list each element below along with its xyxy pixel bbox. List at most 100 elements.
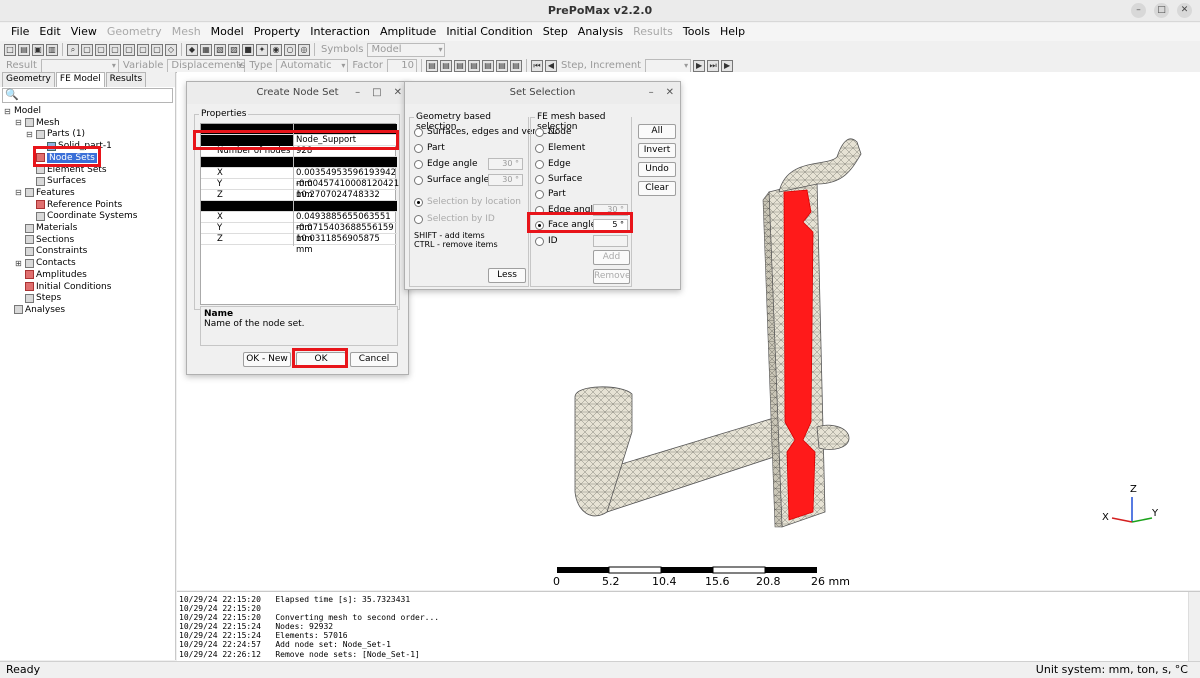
menu-property[interactable]: Property [249,23,306,41]
tree-item-constraints[interactable]: Constraints [15,246,87,256]
menu-amplitude[interactable]: Amplitude [375,23,441,41]
invert-visibility-icon[interactable]: ◎ [298,43,310,56]
name-row[interactable]: Node_Support [201,135,397,146]
result-view-icon[interactable]: ▤ [510,59,522,72]
menu-tools[interactable]: Tools [678,23,715,41]
next-increment-icon[interactable]: ▶ [693,59,706,72]
radio-icon[interactable] [414,214,423,224]
menu-step[interactable]: Step [538,23,573,41]
view-bottom-icon[interactable]: ▢ [123,43,135,56]
minimize-button[interactable]: – [649,82,654,104]
tree-item-contacts[interactable]: ⊞ Contacts [15,258,76,268]
tree-search-input[interactable]: 🔍 [2,88,173,103]
result-view-icon[interactable]: ▤ [454,59,466,72]
radio-icon[interactable] [414,175,423,185]
view-back-icon[interactable]: ▢ [95,43,107,56]
clear-button[interactable]: Clear [638,181,676,196]
radio-icon[interactable] [535,127,544,137]
minimize-button[interactable]: – [355,82,360,104]
tree-item-node-sets[interactable]: Node Sets [26,152,97,163]
add-button[interactable]: Add [593,250,630,265]
option-id[interactable]: ID [535,236,558,246]
tree-item-element-sets[interactable]: Element Sets [26,165,107,175]
variable-combo[interactable]: Displacements [167,58,246,73]
cancel-button[interactable]: Cancel [350,352,398,367]
view-top-icon[interactable]: ▢ [109,43,121,56]
all-button[interactable]: All [638,124,676,139]
radio-icon[interactable] [535,205,544,215]
option-value-input[interactable]: 30 ° [593,204,628,216]
view-front-icon[interactable]: ▢ [81,43,93,56]
radio-icon[interactable] [414,143,423,153]
option-edge-angle[interactable]: Edge angle [414,159,477,169]
minimize-button[interactable]: – [1131,3,1146,18]
option-value-input[interactable]: 30 ° [488,174,523,186]
explode-icon[interactable]: ✦ [256,43,268,56]
option-face-angle[interactable]: Face angle [535,220,596,230]
log-scrollbar[interactable] [1188,592,1200,662]
save-as-icon[interactable]: ▥ [46,43,58,56]
maximize-button[interactable]: □ [1154,3,1169,18]
option-edge-angle[interactable]: Edge angle [535,205,598,215]
render-icon[interactable]: ▦ [200,43,212,56]
menu-file[interactable]: File [6,23,34,41]
tree-item-model[interactable]: ⊟ Model [4,106,41,116]
menu-geometry[interactable]: Geometry [102,23,167,41]
menu-results[interactable]: Results [628,23,678,41]
radio-icon[interactable] [535,143,544,153]
option-part[interactable]: Part [535,189,566,199]
step-increment-combo[interactable] [645,58,692,73]
menu-help[interactable]: Help [715,23,750,41]
menu-interaction[interactable]: Interaction [305,23,375,41]
option-value-input[interactable]: 5 ° [593,219,628,231]
option-value-input[interactable] [593,235,628,247]
tree-item-coordinate-systems[interactable]: Coordinate Systems [26,211,137,221]
close-button[interactable]: ✕ [666,82,674,104]
close-button[interactable]: ✕ [1177,3,1192,18]
radio-icon[interactable] [535,159,544,169]
view-iso-icon[interactable]: ◇ [165,43,177,56]
maximize-button[interactable]: □ [372,82,381,104]
option-selection-by-location[interactable]: Selection by location [414,197,521,207]
tree-item-mesh[interactable]: ⊟ Mesh [15,118,60,128]
tree-item-solid-part-1[interactable]: Solid_part-1 [37,141,112,151]
expander-icon[interactable]: ⊟ [15,188,23,197]
option-node[interactable]: Node [535,127,572,137]
tab-results[interactable]: Results [105,72,147,87]
result-view-icon[interactable]: ▤ [468,59,480,72]
tree-item-amplitudes[interactable]: Amplitudes [15,270,87,280]
remove-button[interactable]: Remove [593,269,631,284]
ok-new-button[interactable]: OK - New [243,352,291,367]
menu-initial-condition[interactable]: Initial Condition [441,23,537,41]
invert-button[interactable]: Invert [638,143,676,158]
tree-item-reference-points[interactable]: Reference Points [26,200,122,210]
tree-item-parts-1[interactable]: ⊟ Parts (1) [26,129,85,139]
option-part[interactable]: Part [414,143,445,153]
result-combo[interactable] [40,58,119,73]
tab-fe-model[interactable]: FE Model [55,72,105,87]
cube-icon[interactable]: ◆ [186,43,198,56]
previous-increment-icon[interactable]: ◀ [545,59,557,72]
zoom-icon[interactable]: ⌕ [67,43,79,56]
result-view-icon[interactable]: ▤ [426,59,438,72]
view-left-icon[interactable]: ▢ [137,43,149,56]
first-increment-icon[interactable]: ⏮ [531,59,543,72]
tree-item-initial-conditions[interactable]: Initial Conditions [15,282,111,292]
menu-view[interactable]: View [66,23,102,41]
radio-icon[interactable] [535,236,544,246]
option-element[interactable]: Element [535,143,585,153]
radio-icon[interactable] [535,220,544,230]
option-edge[interactable]: Edge [535,159,571,169]
play-icon[interactable]: ▶ [721,59,734,72]
expander-icon[interactable]: ⊞ [15,259,23,268]
option-surface-angle[interactable]: Surface angle [414,175,489,185]
result-view-icon[interactable]: ▤ [440,59,452,72]
tab-geometry[interactable]: Geometry [2,72,55,87]
radio-icon[interactable] [535,174,544,184]
undo-button[interactable]: Undo [638,162,676,177]
radio-icon[interactable] [535,189,544,199]
option-surface[interactable]: Surface [535,174,582,184]
last-increment-icon[interactable]: ⏭ [707,59,720,72]
tree-item-materials[interactable]: Materials [15,223,77,233]
tree-item-surfaces[interactable]: Surfaces [26,176,86,186]
